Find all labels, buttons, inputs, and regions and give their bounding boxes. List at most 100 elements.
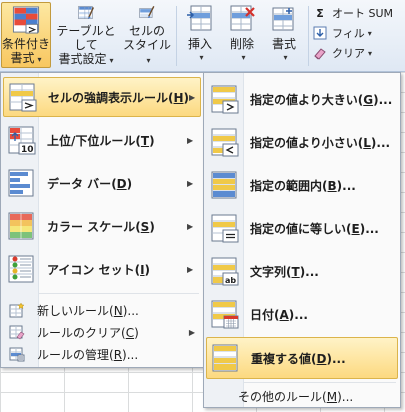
menu-item-manage-rules[interactable]: ルールの管理(R)... — [3, 343, 201, 365]
menu-item-top-bottom-rules[interactable]: 10 上位/下位ルール(T) ▶ — [3, 120, 201, 160]
dropdown-arrow-icon: ▾ — [109, 56, 114, 65]
insert-cells-icon — [187, 5, 212, 31]
submenu-arrow-icon: ▶ — [188, 327, 195, 337]
menu-item-clear-rules[interactable]: ルールのクリア(C) ▶ — [3, 321, 201, 343]
submenu-arrow-icon: ▶ — [187, 135, 194, 145]
ribbon-separator — [308, 6, 309, 66]
dropdown-arrow-icon: ▾ — [241, 53, 246, 62]
conditional-formatting-icon — [12, 6, 40, 34]
eraser-icon — [312, 46, 328, 60]
submenu-item-label: 指定の値より小さい(L)... — [250, 135, 391, 150]
sigma-icon: Σ — [316, 6, 324, 20]
format-as-table-label-2: 書式設定 ▾ — [58, 52, 114, 66]
dropdown-arrow-icon: ▾ — [368, 48, 373, 58]
clear-rules-icon — [9, 325, 25, 340]
submenu-item-equal-to[interactable]: 指定の値に等しい(E)... — [206, 207, 398, 249]
conditional-formatting-menu: セルの強調表示ルール(H) ▶ 10 上位/下位ルール(T) ▶ データ バー(… — [0, 72, 204, 368]
cell-styles-label-2: スタイル▾ — [122, 38, 171, 65]
conditional-formatting-label-1: 条件付き — [2, 37, 51, 51]
cell-styles-button[interactable]: セルの スタイル▾ — [122, 2, 172, 68]
conditional-formatting-label-2: 書式 ▾ — [10, 51, 42, 65]
format-button[interactable]: 書式 ▾ — [264, 2, 304, 68]
format-cells-icon — [272, 7, 294, 31]
date-occurring-icon — [211, 300, 239, 329]
submenu-item-less-than[interactable]: 指定の値より小さい(L)... — [206, 121, 398, 163]
greater-than-icon — [211, 85, 239, 114]
submenu-item-label: 文字列(T)... — [250, 264, 319, 279]
ribbon-separator — [176, 6, 177, 66]
svg-text:ab: ab — [225, 276, 236, 285]
dropdown-arrow-icon: ▾ — [367, 28, 372, 38]
menu-item-label: データ バー(D) — [47, 176, 133, 191]
editing-group: Σ オート SUM フィル ▾ クリア ▾ — [312, 3, 404, 63]
between-icon — [211, 171, 237, 199]
submenu-item-more-rules[interactable]: その他のルール(M)... — [206, 386, 398, 406]
svg-text:10: 10 — [21, 145, 34, 155]
clear-button[interactable]: クリア ▾ — [312, 43, 404, 63]
icon-sets-icon — [8, 255, 34, 283]
submenu-arrow-icon: ▶ — [187, 264, 194, 274]
clear-label: クリア — [332, 47, 365, 60]
submenu-arrow-icon: ▶ — [187, 221, 194, 231]
fill-down-icon — [312, 26, 328, 40]
autosum-button[interactable]: Σ オート SUM — [312, 3, 404, 23]
format-label: 書式 — [271, 37, 296, 51]
cell-styles-icon — [139, 5, 155, 19]
menu-item-label: セルの強調表示ルール(H) — [48, 90, 190, 105]
menu-item-label: 新しいルール(N)... — [37, 303, 139, 318]
submenu-item-text-contains[interactable]: ab 文字列(T)... — [206, 250, 398, 292]
insert-label: 挿入 — [187, 37, 212, 51]
submenu-item-label: 重複する値(D)... — [251, 351, 346, 366]
color-scales-icon — [8, 212, 34, 240]
format-as-table-button[interactable]: テーブルとして 書式設定 ▾ — [54, 2, 118, 68]
submenu-item-label: 指定の値に等しい(E)... — [250, 221, 379, 236]
equal-to-icon — [211, 214, 239, 243]
menu-item-new-rule[interactable]: 新しいルール(N)... — [3, 299, 201, 321]
menu-item-label: 上位/下位ルール(T) — [47, 133, 155, 148]
submenu-item-date-occurring[interactable]: 日付(A)... — [206, 293, 398, 335]
submenu-item-label: その他のルール(M)... — [238, 389, 354, 404]
menu-item-label: アイコン セット(I) — [47, 262, 151, 277]
top-bottom-rules-icon: 10 — [8, 126, 36, 155]
menu-item-icon-sets[interactable]: アイコン セット(I) ▶ — [3, 249, 201, 289]
format-as-table-label-1: テーブルとして — [56, 24, 116, 52]
dropdown-arrow-icon: ▾ — [283, 53, 288, 62]
submenu-item-label: 日付(A)... — [250, 307, 308, 322]
submenu-item-greater-than[interactable]: 指定の値より大きい(G)... — [206, 78, 398, 120]
manage-rules-icon — [9, 347, 25, 362]
submenu-item-duplicate-values[interactable]: 重複する値(D)... — [206, 337, 398, 379]
menu-item-label: ルールのクリア(C) — [37, 325, 139, 340]
fill-label: フィル — [332, 27, 365, 40]
delete-button[interactable]: 削除 ▾ — [222, 2, 262, 68]
cell-styles-label-1: セルの — [128, 24, 165, 38]
menu-item-color-scales[interactable]: カラー スケール(S) ▶ — [3, 206, 201, 246]
conditional-formatting-button[interactable]: 条件付き 書式 ▾ — [1, 2, 51, 68]
text-contains-icon: ab — [211, 257, 239, 286]
submenu-item-label: 指定の範囲内(B)... — [250, 178, 356, 193]
submenu-item-label: 指定の値より大きい(G)... — [250, 92, 393, 107]
menu-divider — [39, 293, 199, 294]
fill-button[interactable]: フィル ▾ — [312, 23, 404, 43]
submenu-item-between[interactable]: 指定の範囲内(B)... — [206, 164, 398, 206]
less-than-icon — [211, 128, 239, 157]
submenu-arrow-icon: ▶ — [189, 92, 196, 102]
highlight-cells-rules-submenu: 指定の値より大きい(G)... 指定の値より小さい(L)... 指定の範囲内(B… — [203, 72, 401, 408]
menu-item-label: ルールの管理(R)... — [37, 347, 139, 362]
insert-button[interactable]: 挿入 ▾ — [180, 2, 220, 68]
data-bars-icon — [8, 169, 34, 197]
duplicate-values-icon — [212, 344, 238, 372]
dropdown-arrow-icon: ▾ — [37, 55, 42, 64]
delete-label: 削除 — [229, 37, 254, 51]
menu-item-highlight-cells-rules[interactable]: セルの強調表示ルール(H) ▶ — [3, 77, 201, 117]
menu-item-label: カラー スケール(S) — [47, 219, 155, 234]
new-rule-icon — [9, 302, 25, 318]
highlight-cells-rules-icon — [9, 83, 37, 112]
ribbon: 条件付き 書式 ▾ テーブルとして 書式設定 ▾ セルの スタイル▾ 挿入 ▾ … — [0, 0, 405, 72]
menu-divider — [244, 382, 396, 383]
menu-item-data-bars[interactable]: データ バー(D) ▶ — [3, 163, 201, 203]
delete-cells-icon — [230, 5, 255, 31]
dropdown-arrow-icon: ▾ — [146, 56, 151, 65]
dropdown-arrow-icon: ▾ — [199, 53, 204, 62]
format-as-table-icon — [78, 5, 95, 20]
submenu-arrow-icon: ▶ — [187, 178, 194, 188]
